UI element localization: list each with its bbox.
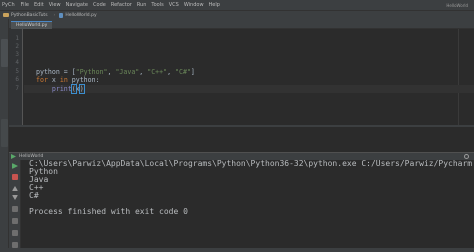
line-number: 7 [15, 85, 19, 92]
python-file-icon [59, 12, 64, 18]
right-margin-guide [458, 29, 459, 125]
menu-run[interactable]: Run [137, 2, 147, 8]
app-name: PyCh [2, 2, 15, 8]
rerun-icon[interactable] [12, 163, 18, 169]
menu-vcs[interactable]: VCS [169, 2, 179, 8]
text-caret [83, 85, 85, 93]
arrow-down-icon[interactable] [12, 195, 18, 200]
line-number: 4 [15, 59, 19, 66]
line-number: 5 [15, 68, 19, 75]
breadcrumb-file[interactable]: HelloWorld.py [59, 12, 97, 18]
breadcrumb-project-label: PythonBasicTuts [11, 12, 48, 18]
code-string: "C#" [175, 68, 191, 76]
run-toolbar [9, 160, 21, 252]
menu-edit[interactable]: Edit [34, 2, 44, 8]
code-builtin: print [51, 85, 72, 93]
folder-icon [3, 13, 9, 17]
menu-refactor[interactable]: Refactor [111, 2, 132, 8]
structure-tool-tab[interactable] [1, 119, 8, 147]
soft-wrap-icon[interactable] [12, 206, 18, 212]
line-number: 2 [15, 43, 19, 50]
project-tool-tab[interactable] [1, 39, 8, 67]
code-punct: = [ [59, 68, 76, 76]
arrow-up-icon[interactable] [12, 186, 18, 191]
menu-window[interactable]: Window [184, 2, 204, 8]
code-keyword: in [59, 76, 68, 84]
code-string: "Java" [115, 68, 140, 76]
line-number: 6 [15, 76, 19, 83]
menu-code[interactable]: Code [93, 2, 106, 8]
menu-tools[interactable]: Tools [151, 2, 163, 8]
run-console[interactable]: C:\Users\Parwiz\AppData\Local\Programs\P… [22, 160, 474, 252]
code-text: x [47, 76, 60, 84]
breadcrumb-separator-icon: › [53, 12, 56, 18]
current-line-highlight [24, 85, 474, 93]
code-punct: ] [190, 68, 195, 76]
run-icon [11, 154, 16, 159]
menu-view[interactable]: View [49, 2, 61, 8]
run-config-selector[interactable]: HelloWorld [446, 3, 468, 8]
run-tab-label[interactable]: HelloWorld [19, 154, 43, 159]
left-tool-strip [0, 19, 9, 252]
code-identifier: python [36, 68, 60, 76]
code-editor[interactable]: python = ["Python", "Java", "C++", "C#"]… [24, 29, 474, 125]
editor-tab-bar: HelloWorld.py [9, 19, 474, 29]
breadcrumb-project[interactable]: PythonBasicTuts [3, 13, 48, 18]
code-text: python: [67, 76, 100, 84]
editor-tab-helloworld[interactable]: HelloWorld.py [11, 21, 53, 29]
menu-bar: PyCh File Edit View Navigate Code Refact… [0, 0, 474, 10]
code-line-6: for x in python: [36, 76, 100, 84]
line-number-gutter: 1 2 3 4 5 6 7 [9, 29, 23, 125]
print-icon[interactable] [12, 230, 18, 236]
menu-file[interactable]: File [21, 2, 29, 8]
console-line: C# [29, 191, 39, 200]
gear-icon[interactable] [464, 154, 469, 159]
editor-tab-label: HelloWorld.py [16, 23, 48, 28]
menu-navigate[interactable]: Navigate [66, 2, 88, 8]
run-tool-header: HelloWorld [9, 152, 474, 160]
pin-icon[interactable] [12, 218, 18, 224]
line-number: 3 [15, 51, 19, 58]
breadcrumb: PythonBasicTuts › HelloWorld.py [0, 10, 474, 19]
status-bar [0, 248, 474, 252]
editor-empty-area [9, 127, 474, 152]
code-keyword: for [36, 76, 48, 84]
code-string: "Python" [75, 68, 108, 76]
stop-icon[interactable] [12, 174, 18, 180]
console-line: C:\Users\Parwiz\AppData\Local\Programs\P… [29, 160, 473, 168]
code-punct: , [167, 68, 176, 76]
console-line: Process finished with exit code 0 [29, 207, 188, 216]
code-line-7: print(x) [36, 84, 85, 94]
menu-help[interactable]: Help [209, 2, 220, 8]
line-number: 1 [15, 35, 19, 42]
code-string: "C++" [147, 68, 168, 76]
breadcrumb-file-label: HelloWorld.py [65, 12, 97, 18]
code-line-5: python = ["Python", "Java", "C++", "C#"] [36, 68, 195, 76]
